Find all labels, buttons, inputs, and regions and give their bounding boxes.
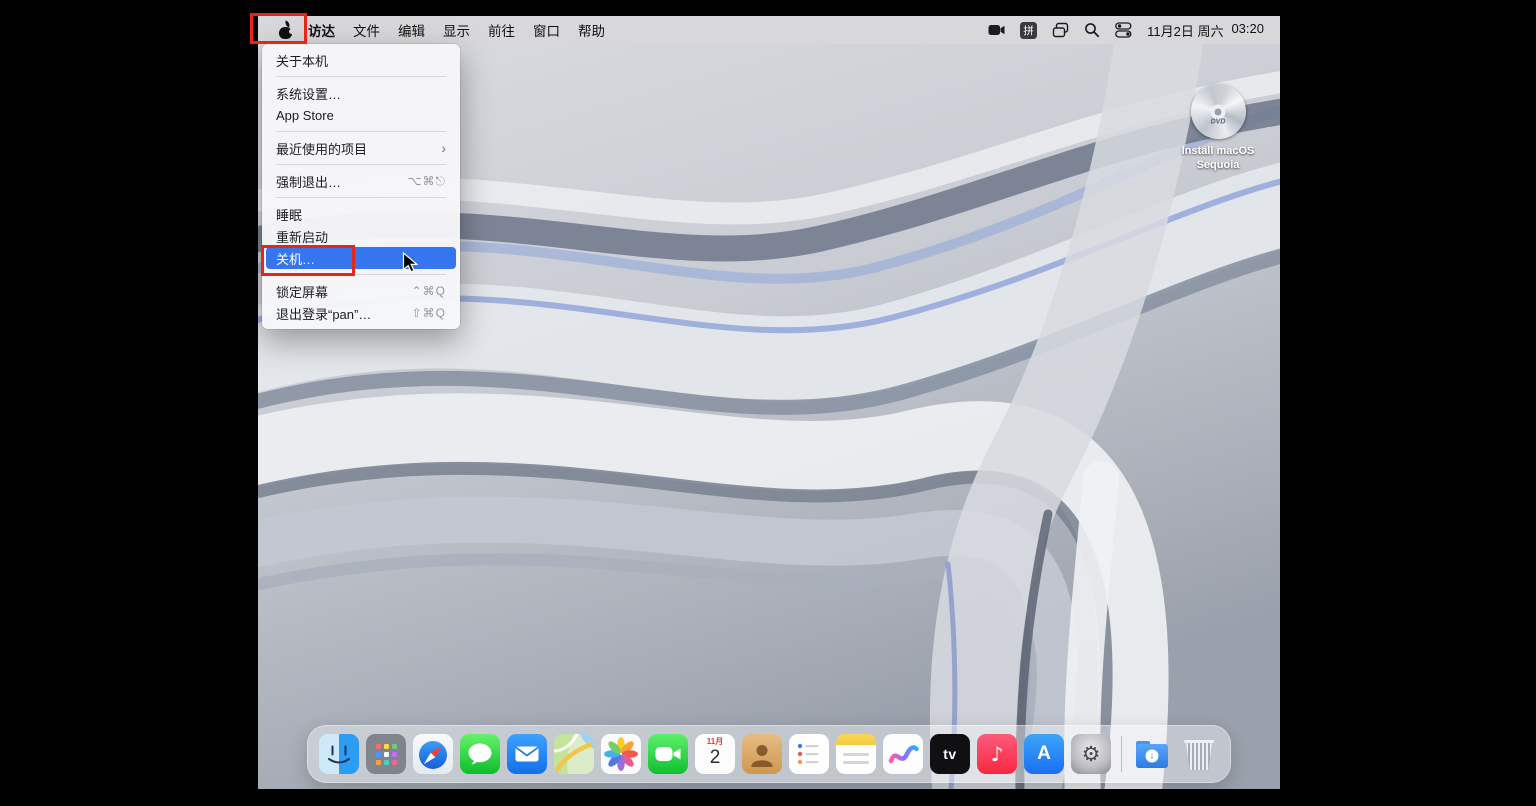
annotation-box-shut-down <box>261 245 355 276</box>
menu-item-shortcut: ⇧⌘Q <box>412 306 446 320</box>
dvd-logo-text: DVD <box>1211 118 1226 125</box>
menu-item-label: 锁定屏幕 <box>276 282 328 301</box>
menu-item-label: 系统设置… <box>276 84 341 103</box>
dock-appletv-icon[interactable]: tv <box>930 734 970 774</box>
menu-item-about-this-mac[interactable]: 关于本机 <box>266 49 456 71</box>
tv-label: tv <box>943 746 956 762</box>
dock-appstore-icon[interactable]: A <box>1024 734 1064 774</box>
menu-item-app-store[interactable]: App Store <box>266 104 456 126</box>
menubar-item-edit[interactable]: 编辑 <box>389 16 434 44</box>
menu-item-label: App Store <box>276 108 334 123</box>
menu-separator <box>276 131 446 132</box>
dock-trash-icon[interactable] <box>1179 734 1219 774</box>
search-icon[interactable] <box>1084 22 1100 38</box>
appstore-letter: A <box>1037 743 1051 765</box>
menu-item-shortcut: ⌥⌘⎋ <box>408 174 446 189</box>
menu-item-label: 关于本机 <box>276 51 328 70</box>
menu-item-label: 最近使用的项目 <box>276 139 367 158</box>
menu-separator <box>276 197 446 198</box>
music-note-icon: ♪ <box>991 742 1004 766</box>
control-center-icon[interactable] <box>1115 22 1132 38</box>
menu-item-system-settings[interactable]: 系统设置… <box>266 82 456 104</box>
menubar-item-window[interactable]: 窗口 <box>524 16 569 44</box>
dock-mail-icon[interactable] <box>507 734 547 774</box>
dock-downloads-icon[interactable]: ↓ <box>1132 734 1172 774</box>
apple-menu: 关于本机 系统设置… App Store 最近使用的项目 › 强制退出… ⌥⌘⎋… <box>262 44 460 329</box>
dock-maps-icon[interactable] <box>554 734 594 774</box>
menu-item-force-quit[interactable]: 强制退出… ⌥⌘⎋ <box>266 170 456 192</box>
download-arrow-icon: ↓ <box>1146 750 1159 763</box>
menu-item-lock-screen[interactable]: 锁定屏幕 ⌃⌘Q <box>266 280 456 302</box>
dock-settings-icon[interactable]: ⚙ <box>1071 734 1111 774</box>
dock-facetime-icon[interactable] <box>648 734 688 774</box>
menubar-item-view[interactable]: 显示 <box>434 16 479 44</box>
dock-freeform-icon[interactable] <box>883 734 923 774</box>
menubar-clock[interactable]: 11月2日 周六 03:20 <box>1147 21 1264 40</box>
menubar-item-help[interactable]: 帮助 <box>569 16 614 44</box>
stage: 访达 文件 编辑 显示 前往 窗口 帮助 拼 <box>0 0 1536 806</box>
menu-bar-status: 拼 11月2日 周六 03:20 <box>988 16 1264 44</box>
dock-contacts-icon[interactable] <box>742 734 782 774</box>
dock-safari-icon[interactable] <box>413 734 453 774</box>
menu-item-restart[interactable]: 重新启动 <box>266 225 456 247</box>
menubar-time: 03:20 <box>1231 21 1264 40</box>
menu-separator <box>276 164 446 165</box>
chevron-right-icon: › <box>441 141 446 155</box>
gear-icon: ⚙ <box>1082 744 1101 765</box>
dock-finder-icon[interactable] <box>319 734 359 774</box>
dock-messages-icon[interactable] <box>460 734 500 774</box>
menu-item-label: 强制退出… <box>276 172 341 191</box>
menubar-item-file[interactable]: 文件 <box>344 16 389 44</box>
menubar-date: 11月2日 周六 <box>1147 21 1223 40</box>
menu-item-recent-items[interactable]: 最近使用的项目 › <box>266 137 456 159</box>
annotation-box-apple-menu <box>250 13 307 44</box>
calendar-month-label: 11月 <box>707 737 723 747</box>
mouse-cursor <box>402 252 418 274</box>
dock-launchpad-icon[interactable] <box>366 734 406 774</box>
menu-item-label: 重新启动 <box>276 227 328 246</box>
dock-separator <box>1121 736 1122 772</box>
dock-calendar-icon[interactable]: 11月 2 <box>695 734 735 774</box>
dock-music-icon[interactable]: ♪ <box>977 734 1017 774</box>
menu-bar: 访达 文件 编辑 显示 前往 窗口 帮助 拼 <box>258 16 1280 44</box>
screen-recording-icon[interactable] <box>988 24 1005 36</box>
menu-separator <box>276 76 446 77</box>
dock-notes-icon[interactable] <box>836 734 876 774</box>
menubar-item-go[interactable]: 前往 <box>479 16 524 44</box>
dock-photos-icon[interactable] <box>601 734 641 774</box>
menu-item-log-out[interactable]: 退出登录“pan”… ⇧⌘Q <box>266 302 456 324</box>
dock: 11月 2 tv ♪ <box>307 725 1231 783</box>
menu-item-sleep[interactable]: 睡眠 <box>266 203 456 225</box>
menu-item-label: 睡眠 <box>276 205 302 224</box>
dock-reminders-icon[interactable] <box>789 734 829 774</box>
macos-screen: 访达 文件 编辑 显示 前往 窗口 帮助 拼 <box>258 16 1280 789</box>
menu-bar-left: 访达 文件 编辑 显示 前往 窗口 帮助 <box>271 16 614 44</box>
desktop-icon-install-macos[interactable]: DVD Install macOS Sequoia <box>1170 84 1266 173</box>
menu-item-label: 退出登录“pan”… <box>276 304 371 323</box>
input-method-icon[interactable]: 拼 <box>1020 22 1037 39</box>
dvd-disc-icon: DVD <box>1191 84 1246 139</box>
desktop-icon-label: Install macOS Sequoia <box>1173 145 1263 173</box>
calendar-day-label: 2 <box>710 747 721 768</box>
window-stack-icon[interactable] <box>1052 22 1069 38</box>
menu-item-shortcut: ⌃⌘Q <box>412 284 446 298</box>
